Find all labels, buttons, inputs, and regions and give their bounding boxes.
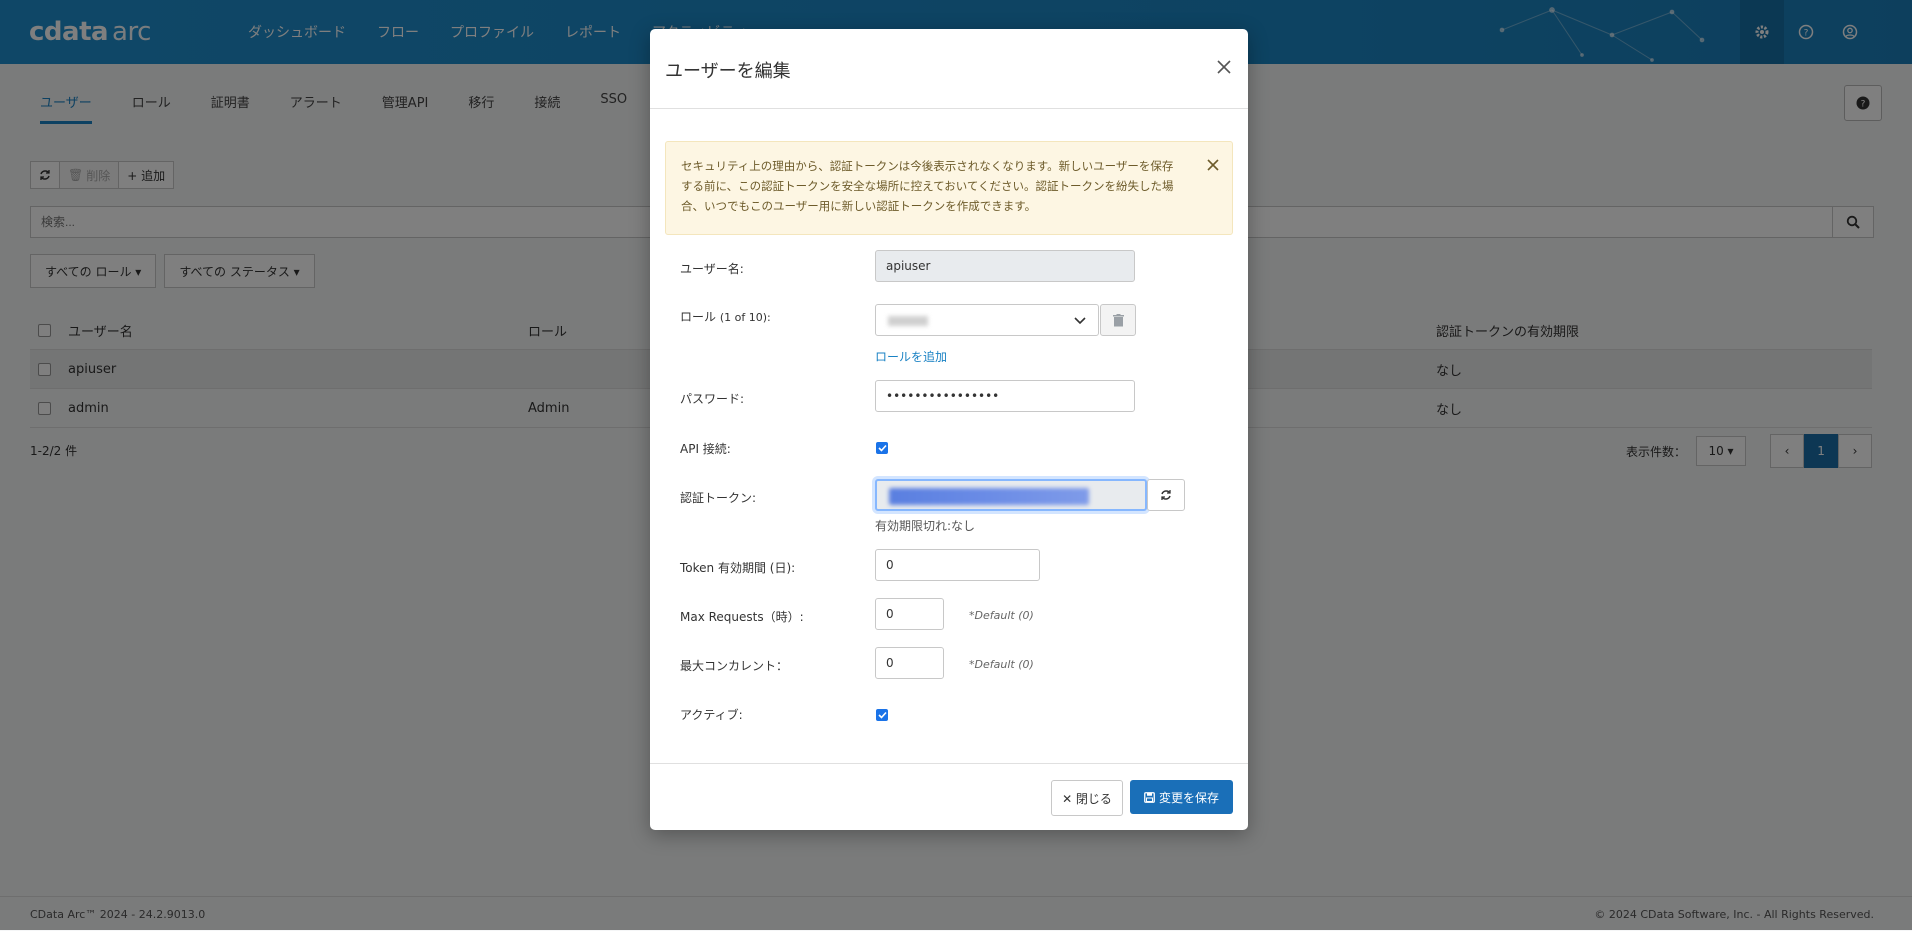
remove-role-button[interactable]: [1100, 304, 1136, 336]
api-access-label: API 接続:: [680, 442, 731, 456]
token-expiry-text: 有効期限切れ:なし: [875, 519, 976, 533]
checkmark-icon: [877, 444, 887, 452]
max-requests-input[interactable]: 0: [875, 598, 944, 630]
max-concurrent-label: 最大コンカレント：: [680, 659, 789, 673]
edit-user-modal: ユーザーを編集 セキュリティ上の理由から、認証トークンは今後表示されなくなります…: [650, 29, 1248, 830]
modal-title: ユーザーを編集: [665, 61, 791, 82]
username-label: ユーザー名:: [680, 262, 744, 276]
refresh-icon: [1161, 490, 1171, 500]
checkmark-icon: [877, 711, 887, 719]
regenerate-token-button[interactable]: [1147, 479, 1185, 511]
save-disk-icon: [1144, 791, 1155, 803]
auth-token-field[interactable]: [875, 479, 1147, 511]
role-label: ロール (1 of 10):: [680, 310, 771, 324]
modal-footer: ✕ 閉じる 変更を保存: [650, 763, 1248, 831]
active-checkbox[interactable]: [876, 709, 888, 721]
token-value-blurred: [889, 488, 1089, 505]
security-warning-alert: セキュリティ上の理由から、認証トークンは今後表示されなくなります。新しいユーザー…: [665, 141, 1233, 235]
token-lifetime-input[interactable]: 0: [875, 549, 1040, 581]
auth-token-label: 認証トークン:: [680, 491, 757, 505]
trash-icon: [1112, 313, 1124, 326]
active-label: アクティブ:: [680, 708, 743, 722]
save-changes-button[interactable]: 変更を保存: [1130, 780, 1233, 814]
chevron-down-icon: [1074, 317, 1086, 325]
role-select[interactable]: [875, 304, 1099, 336]
add-role-link[interactable]: ロールを追加: [875, 348, 947, 365]
username-field: apiuser: [875, 250, 1135, 282]
token-lifetime-label: Token 有効期間 (日):: [680, 561, 796, 575]
save-label: 変更を保存: [1158, 790, 1219, 805]
close-icon[interactable]: [1214, 57, 1234, 77]
alert-close-icon[interactable]: [1206, 158, 1220, 172]
max-concurrent-default-hint: *Default (0): [969, 658, 1034, 671]
alert-text: セキュリティ上の理由から、認証トークンは今後表示されなくなります。新しいユーザー…: [681, 159, 1174, 213]
close-button[interactable]: ✕ 閉じる: [1051, 780, 1123, 816]
password-input[interactable]: ••••••••••••••••: [875, 380, 1135, 412]
modal-header: ユーザーを編集: [650, 29, 1248, 109]
max-concurrent-input[interactable]: 0: [875, 647, 944, 679]
max-requests-label: Max Requests（時）:: [680, 610, 804, 624]
api-access-checkbox[interactable]: [876, 442, 888, 454]
role-value-blurred: [888, 316, 928, 326]
password-label: パスワード:: [680, 392, 745, 406]
max-requests-default-hint: *Default (0): [969, 609, 1034, 622]
